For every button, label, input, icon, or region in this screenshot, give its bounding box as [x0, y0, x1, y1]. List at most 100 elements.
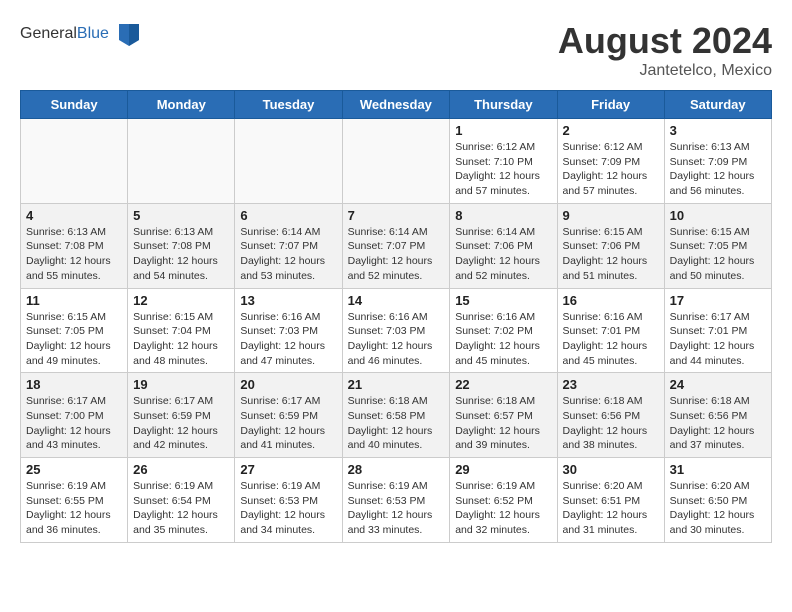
- day-cell: 23Sunrise: 6:18 AMSunset: 6:56 PMDayligh…: [557, 373, 664, 458]
- day-number: 24: [670, 377, 766, 392]
- day-cell: 30Sunrise: 6:20 AMSunset: 6:51 PMDayligh…: [557, 458, 664, 543]
- day-info: Sunrise: 6:19 AMSunset: 6:55 PMDaylight:…: [26, 479, 122, 538]
- day-cell: 5 Sunrise: 6:13 AMSunset: 7:08 PMDaylight…: [128, 203, 235, 288]
- day-number: 4: [26, 208, 122, 223]
- day-info: Sunrise: 6:14 AMSunset: 7:06 PMDaylight:…: [455, 225, 551, 284]
- day-info: Sunrise: 6:15 AMSunset: 7:04 PMDaylight:…: [133, 310, 229, 369]
- day-cell: 9Sunrise: 6:15 AMSunset: 7:06 PMDaylight…: [557, 203, 664, 288]
- day-info: Sunrise: 6:14 AMSunset: 7:07 PMDaylight:…: [348, 225, 445, 284]
- day-number: 27: [240, 462, 336, 477]
- day-cell: 15Sunrise: 6:16 AMSunset: 7:02 PMDayligh…: [450, 288, 557, 373]
- day-cell: 14 Sunrise: 6:16 AMSunset: 7:03 PMDayligh…: [342, 288, 450, 373]
- day-cell: 27Sunrise: 6:19 AMSunset: 6:53 PMDayligh…: [235, 458, 342, 543]
- day-cell: 3 Sunrise: 6:13 AMSunset: 7:09 PMDaylight…: [664, 119, 771, 204]
- day-info: Sunrise: 6:19 AMSunset: 6:52 PMDaylight:…: [455, 479, 551, 538]
- day-cell: 24 Sunrise: 6:18 AMSunset: 6:56 PMDayligh…: [664, 373, 771, 458]
- day-info: Sunrise: 6:13 AMSunset: 7:08 PMDaylight:…: [133, 225, 229, 284]
- day-number: 29: [455, 462, 551, 477]
- day-number: 23: [563, 377, 659, 392]
- week-row-1: 1 Sunrise: 6:12 AMSunset: 7:10 PMDaylight…: [21, 119, 772, 204]
- day-cell: 13 Sunrise: 6:16 AMSunset: 7:03 PMDayligh…: [235, 288, 342, 373]
- day-cell: 29 Sunrise: 6:19 AMSunset: 6:52 PMDayligh…: [450, 458, 557, 543]
- col-wednesday: Wednesday: [342, 91, 450, 119]
- header-row: Sunday Monday Tuesday Wednesday Thursday…: [21, 91, 772, 119]
- month-year-title: August 2024: [558, 20, 772, 62]
- day-info: Sunrise: 6:19 AMSunset: 6:54 PMDaylight:…: [133, 479, 229, 538]
- day-number: 30: [563, 462, 659, 477]
- col-tuesday: Tuesday: [235, 91, 342, 119]
- week-row-4: 18 Sunrise: 6:17 AMSunset: 7:00 PMDayligh…: [21, 373, 772, 458]
- day-number: 5: [133, 208, 229, 223]
- day-number: 6: [240, 208, 336, 223]
- day-cell: 25 Sunrise: 6:19 AMSunset: 6:55 PMDayligh…: [21, 458, 128, 543]
- day-info: Sunrise: 6:18 AMSunset: 6:56 PMDaylight:…: [670, 394, 766, 453]
- day-cell: [342, 119, 450, 204]
- week-row-3: 11Sunrise: 6:15 AMSunset: 7:05 PMDayligh…: [21, 288, 772, 373]
- day-info: Sunrise: 6:16 AMSunset: 7:03 PMDaylight:…: [348, 310, 445, 369]
- day-number: 13: [240, 293, 336, 308]
- logo-blue-text: Blue: [77, 25, 109, 42]
- day-cell: 7 Sunrise: 6:14 AMSunset: 7:07 PMDaylight…: [342, 203, 450, 288]
- logo: GeneralBlue: [20, 20, 143, 48]
- col-saturday: Saturday: [664, 91, 771, 119]
- day-info: Sunrise: 6:12 AMSunset: 7:10 PMDaylight:…: [455, 140, 551, 199]
- day-number: 21: [348, 377, 445, 392]
- day-cell: [21, 119, 128, 204]
- location-subtitle: Jantetelco, Mexico: [558, 62, 772, 80]
- logo-icon: [115, 20, 143, 48]
- page-header: GeneralBlue August 2024 Jantetelco, Mexi…: [20, 20, 772, 80]
- day-cell: 21 Sunrise: 6:18 AMSunset: 6:58 PMDayligh…: [342, 373, 450, 458]
- day-number: 1: [455, 123, 551, 138]
- day-info: Sunrise: 6:13 AMSunset: 7:08 PMDaylight:…: [26, 225, 122, 284]
- day-cell: 12 Sunrise: 6:15 AMSunset: 7:04 PMDayligh…: [128, 288, 235, 373]
- day-cell: 1 Sunrise: 6:12 AMSunset: 7:10 PMDaylight…: [450, 119, 557, 204]
- day-cell: 4 Sunrise: 6:13 AMSunset: 7:08 PMDaylight…: [21, 203, 128, 288]
- week-row-5: 25 Sunrise: 6:19 AMSunset: 6:55 PMDayligh…: [21, 458, 772, 543]
- day-number: 25: [26, 462, 122, 477]
- col-thursday: Thursday: [450, 91, 557, 119]
- day-number: 11: [26, 293, 122, 308]
- day-number: 22: [455, 377, 551, 392]
- day-cell: 19 Sunrise: 6:17 AMSunset: 6:59 PMDayligh…: [128, 373, 235, 458]
- day-number: 17: [670, 293, 766, 308]
- day-info: Sunrise: 6:16 AMSunset: 7:03 PMDaylight:…: [240, 310, 336, 369]
- col-friday: Friday: [557, 91, 664, 119]
- day-number: 14: [348, 293, 445, 308]
- day-info: Sunrise: 6:17 AMSunset: 6:59 PMDaylight:…: [133, 394, 229, 453]
- day-info: Sunrise: 6:13 AMSunset: 7:09 PMDaylight:…: [670, 140, 766, 199]
- day-info: Sunrise: 6:18 AMSunset: 6:58 PMDaylight:…: [348, 394, 445, 453]
- col-sunday: Sunday: [21, 91, 128, 119]
- day-number: 28: [348, 462, 445, 477]
- day-number: 16: [563, 293, 659, 308]
- day-cell: 18 Sunrise: 6:17 AMSunset: 7:00 PMDayligh…: [21, 373, 128, 458]
- day-number: 8: [455, 208, 551, 223]
- day-cell: 8 Sunrise: 6:14 AMSunset: 7:06 PMDaylight…: [450, 203, 557, 288]
- day-cell: 28Sunrise: 6:19 AMSunset: 6:53 PMDayligh…: [342, 458, 450, 543]
- day-info: Sunrise: 6:20 AMSunset: 6:50 PMDaylight:…: [670, 479, 766, 538]
- day-info: Sunrise: 6:12 AMSunset: 7:09 PMDaylight:…: [563, 140, 659, 199]
- day-cell: 17 Sunrise: 6:17 AMSunset: 7:01 PMDayligh…: [664, 288, 771, 373]
- day-cell: 2 Sunrise: 6:12 AMSunset: 7:09 PMDaylight…: [557, 119, 664, 204]
- day-number: 10: [670, 208, 766, 223]
- day-number: 12: [133, 293, 229, 308]
- day-number: 2: [563, 123, 659, 138]
- day-cell: 20Sunrise: 6:17 AMSunset: 6:59 PMDayligh…: [235, 373, 342, 458]
- day-number: 19: [133, 377, 229, 392]
- calendar-table: Sunday Monday Tuesday Wednesday Thursday…: [20, 90, 772, 543]
- day-info: Sunrise: 6:15 AMSunset: 7:06 PMDaylight:…: [563, 225, 659, 284]
- day-info: Sunrise: 6:17 AMSunset: 7:01 PMDaylight:…: [670, 310, 766, 369]
- day-number: 18: [26, 377, 122, 392]
- day-info: Sunrise: 6:14 AMSunset: 7:07 PMDaylight:…: [240, 225, 336, 284]
- logo-general-text: General: [20, 25, 77, 42]
- day-number: 15: [455, 293, 551, 308]
- day-number: 31: [670, 462, 766, 477]
- day-info: Sunrise: 6:17 AMSunset: 6:59 PMDaylight:…: [240, 394, 336, 453]
- day-cell: 16Sunrise: 6:16 AMSunset: 7:01 PMDayligh…: [557, 288, 664, 373]
- day-cell: [235, 119, 342, 204]
- day-info: Sunrise: 6:15 AMSunset: 7:05 PMDaylight:…: [670, 225, 766, 284]
- day-info: Sunrise: 6:17 AMSunset: 7:00 PMDaylight:…: [26, 394, 122, 453]
- day-number: 26: [133, 462, 229, 477]
- day-cell: 10 Sunrise: 6:15 AMSunset: 7:05 PMDayligh…: [664, 203, 771, 288]
- day-number: 7: [348, 208, 445, 223]
- day-number: 3: [670, 123, 766, 138]
